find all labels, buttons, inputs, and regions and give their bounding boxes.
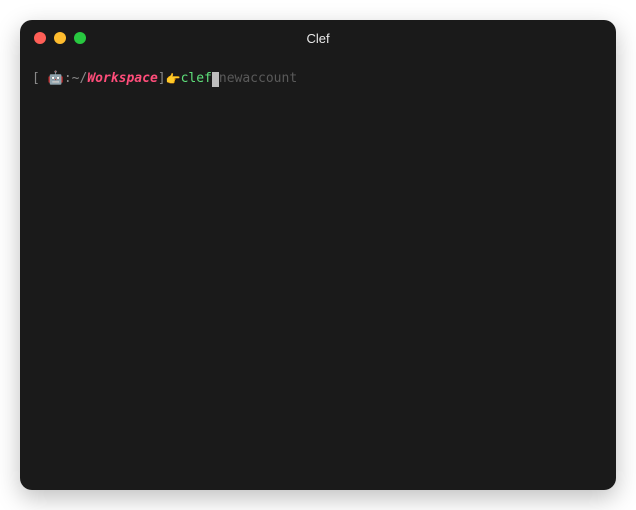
- close-icon[interactable]: [34, 32, 46, 44]
- command-input[interactable]: clef: [181, 70, 212, 88]
- terminal-body[interactable]: [ 🤖 : ~/ Workspace ] 👉 clef newaccount: [20, 56, 616, 490]
- traffic-lights: [20, 32, 86, 44]
- prompt-close-bracket: ]: [158, 70, 166, 88]
- maximize-icon[interactable]: [74, 32, 86, 44]
- prompt-path-prefix: :: [64, 70, 72, 88]
- prompt-open-bracket: [: [32, 70, 48, 88]
- robot-icon: 🤖: [48, 70, 64, 88]
- terminal-window: Clef [ 🤖 : ~/ Workspace ] 👉 clef newacco…: [20, 20, 616, 490]
- cursor: [212, 72, 219, 87]
- pointer-icon: 👉: [166, 70, 181, 88]
- window-title: Clef: [20, 31, 616, 46]
- minimize-icon[interactable]: [54, 32, 66, 44]
- prompt-workspace: Workspace: [87, 70, 157, 88]
- autosuggest-text: newaccount: [219, 70, 297, 88]
- prompt-path-tilde: ~/: [72, 70, 88, 88]
- titlebar[interactable]: Clef: [20, 20, 616, 56]
- prompt-line: [ 🤖 : ~/ Workspace ] 👉 clef newaccount: [32, 70, 604, 88]
